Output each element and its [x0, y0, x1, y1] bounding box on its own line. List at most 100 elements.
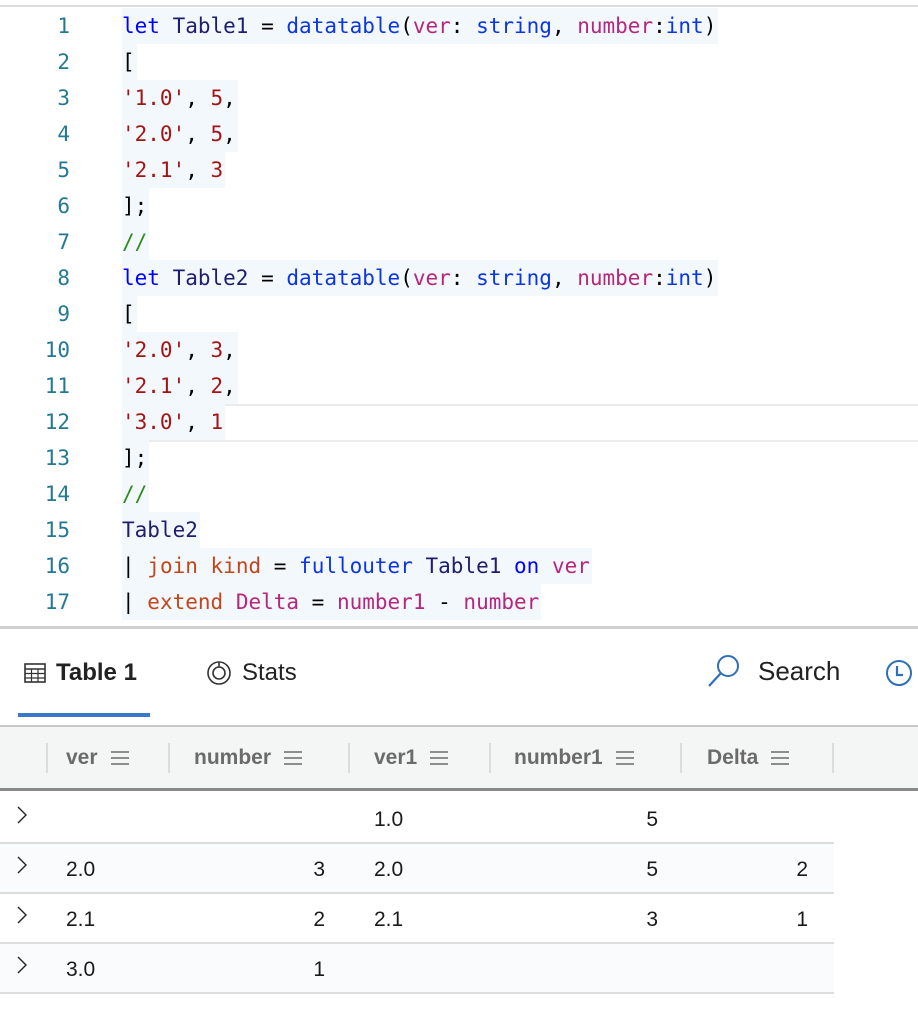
code-token: datatable	[286, 266, 401, 290]
code-token: =	[299, 590, 337, 614]
column-menu-icon[interactable]	[615, 750, 635, 766]
column-header-ver1[interactable]: ver1	[374, 727, 449, 788]
code-token: kind	[210, 554, 262, 578]
table-row[interactable]: 3.0 1	[0, 944, 834, 994]
expand-row-chevron-icon[interactable]	[15, 854, 29, 876]
code-token: |	[122, 590, 148, 614]
code-token: :	[653, 14, 666, 38]
code-token: :	[653, 266, 666, 290]
code-line[interactable]: 10 '2.0', 3,	[0, 332, 918, 368]
code-token: (	[400, 14, 413, 38]
expand-row-chevron-icon[interactable]	[15, 954, 29, 976]
code-token: ,	[185, 338, 211, 362]
cell-ver[interactable]: 2.1	[66, 894, 156, 942]
code-token: '2.1'	[122, 158, 186, 182]
tab-table-1[interactable]: Table 1	[24, 629, 137, 717]
column-menu-icon[interactable]	[429, 750, 449, 766]
cell-number[interactable]: 2	[180, 894, 325, 942]
code-line[interactable]: 3 '1.0', 5,	[0, 80, 918, 116]
column-separator[interactable]	[46, 743, 48, 773]
code-line[interactable]: 1 let Table1 = datatable(ver: string, num…	[0, 8, 918, 44]
code-text: '1.0', 5,	[122, 80, 238, 116]
code-line[interactable]: 15 Table2	[0, 512, 918, 548]
code-text: '2.1', 2,	[122, 368, 238, 404]
code-token: 5	[210, 122, 224, 146]
cell-number1[interactable]: 5	[500, 844, 658, 892]
search-button[interactable]: Search	[706, 629, 840, 713]
cell-ver1[interactable]: 2.0	[374, 844, 474, 892]
code-line[interactable]: 12 '3.0', 1	[0, 404, 918, 442]
line-number: 10	[44, 338, 70, 362]
column-header-label: ver	[66, 745, 98, 769]
column-menu-icon[interactable]	[110, 750, 130, 766]
cell-number[interactable]: 3	[180, 844, 325, 892]
code-token: Table2	[172, 266, 249, 290]
column-menu-icon[interactable]	[283, 750, 303, 766]
cell-number1[interactable]	[500, 944, 658, 992]
cell-ver[interactable]	[66, 794, 156, 842]
cell-number1[interactable]: 5	[500, 794, 658, 842]
cell-number1[interactable]: 3	[500, 894, 658, 942]
code-line[interactable]: 2[	[0, 44, 918, 80]
column-header-delta[interactable]: Delta	[707, 727, 790, 788]
code-line[interactable]: 6];	[0, 188, 918, 224]
table-row[interactable]: 1.0 5	[0, 794, 834, 844]
code-token: (	[400, 266, 413, 290]
code-line[interactable]: 7 //	[0, 224, 918, 260]
code-token: =	[248, 266, 287, 290]
tab-label: Stats	[242, 659, 297, 686]
cell-ver[interactable]: 2.0	[66, 844, 156, 892]
column-separator[interactable]	[832, 743, 834, 773]
column-separator[interactable]	[348, 743, 350, 773]
cell-number[interactable]: 1	[180, 944, 325, 992]
code-line[interactable]: 5 '2.1', 3	[0, 152, 918, 188]
cell-ver1[interactable]	[374, 944, 474, 992]
code-token: ,	[223, 374, 236, 398]
code-line[interactable]: 14 //	[0, 476, 918, 512]
column-separator[interactable]	[168, 743, 170, 773]
cell-number[interactable]	[180, 794, 325, 842]
column-header-ver[interactable]: ver	[66, 727, 130, 788]
cell-ver1[interactable]: 1.0	[374, 794, 474, 842]
code-line[interactable]: 17 | extend Delta = number1 - number	[0, 584, 918, 620]
code-line[interactable]: 13];	[0, 440, 918, 476]
code-line[interactable]: 11 '2.1', 2,	[0, 368, 918, 404]
code-token: [	[122, 50, 135, 74]
code-line[interactable]: 16 | join kind = fullouter Table1 on ver	[0, 548, 918, 584]
cell-delta[interactable]	[690, 794, 808, 842]
code-token: |	[122, 554, 148, 578]
column-separator[interactable]	[680, 743, 682, 773]
code-line[interactable]: 9[	[0, 296, 918, 332]
expand-row-chevron-icon[interactable]	[15, 904, 29, 926]
code-text: ];	[122, 440, 150, 476]
cell-delta[interactable]: 1	[690, 894, 808, 942]
column-separator[interactable]	[489, 743, 491, 773]
code-token: number	[463, 590, 540, 614]
code-token: int	[665, 14, 704, 38]
code-token: =	[248, 14, 287, 38]
code-token: fullouter	[299, 554, 413, 578]
line-number: 14	[44, 482, 70, 506]
code-token: ,	[185, 122, 211, 146]
query-editor[interactable]: 1 let Table1 = datatable(ver: string, num…	[0, 8, 918, 620]
table-row[interactable]: 2.0 3 2.0 5 2	[0, 844, 834, 894]
code-token: ,	[185, 158, 211, 182]
code-line[interactable]: 8 let Table2 = datatable(ver: string, num…	[0, 260, 918, 296]
table-row[interactable]: 2.1 2 2.1 3 1	[0, 894, 834, 944]
cell-ver1[interactable]: 2.1	[374, 894, 474, 942]
cell-delta[interactable]: 2	[690, 844, 808, 892]
cell-delta[interactable]	[690, 944, 808, 992]
line-number: 15	[44, 518, 70, 542]
column-menu-icon[interactable]	[770, 750, 790, 766]
column-header-number1[interactable]: number1	[514, 727, 635, 788]
code-token: ];	[122, 194, 148, 218]
code-token: Table1	[172, 14, 249, 38]
code-line[interactable]: 4 '2.0', 5,	[0, 116, 918, 152]
column-header-number[interactable]: number	[194, 727, 303, 788]
active-tab-indicator	[18, 713, 150, 717]
expand-row-chevron-icon[interactable]	[15, 804, 29, 826]
cell-ver[interactable]: 3.0	[66, 944, 156, 992]
tab-stats[interactable]: Stats	[206, 629, 297, 717]
history-button[interactable]	[885, 659, 913, 692]
